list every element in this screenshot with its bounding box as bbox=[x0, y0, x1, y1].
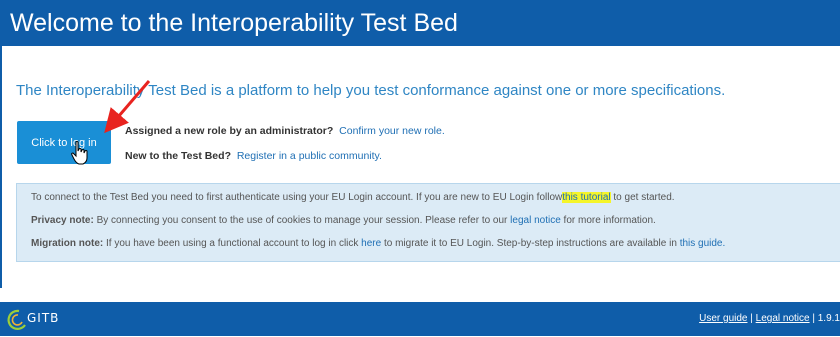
footer-separator: | bbox=[750, 313, 753, 324]
page-footer: GITB User guide | Legal notice | 1.9.1 bbox=[0, 302, 840, 336]
page-header: Welcome to the Interoperability Test Bed bbox=[0, 0, 840, 46]
user-guide-link[interactable]: User guide bbox=[699, 313, 747, 324]
footer-links: User guide | Legal notice | 1.9.1 bbox=[699, 313, 840, 324]
footer-legal-notice-link[interactable]: Legal notice bbox=[756, 313, 810, 324]
info-login-line: To connect to the Test Bed you need to f… bbox=[31, 192, 675, 203]
intro-text: The Interoperability Test Bed is a platf… bbox=[16, 82, 726, 99]
footer-separator-2: | bbox=[812, 313, 815, 324]
logo-swirl-icon bbox=[7, 309, 26, 330]
migration-guide-link[interactable]: this guide. bbox=[680, 238, 726, 249]
role-question: Assigned a new role by an administrator? bbox=[125, 125, 334, 137]
privacy-note-label: Privacy note: bbox=[31, 215, 94, 226]
privacy-note-line: Privacy note: By connecting you consent … bbox=[31, 215, 656, 226]
privacy-note-text-end: for more information. bbox=[563, 215, 656, 226]
migration-note-text: If you have been using a functional acco… bbox=[106, 238, 359, 249]
version-label: 1.9.1 bbox=[817, 313, 840, 324]
info-panel: To connect to the Test Bed you need to f… bbox=[16, 183, 840, 262]
confirm-role-link[interactable]: Confirm your new role. bbox=[339, 125, 445, 137]
register-row: New to the Test Bed? Register in a publi… bbox=[125, 150, 382, 162]
privacy-note-text: By connecting you consent to the use of … bbox=[96, 215, 508, 226]
register-community-link[interactable]: Register in a public community. bbox=[237, 150, 382, 162]
logo-text: GITB bbox=[27, 311, 60, 325]
info-login-text-end: to get started. bbox=[613, 192, 675, 203]
gitb-logo: GITB bbox=[5, 308, 85, 330]
info-login-text: To connect to the Test Bed you need to f… bbox=[31, 192, 563, 203]
page-title: Welcome to the Interoperability Test Bed bbox=[10, 9, 458, 37]
new-user-question: New to the Test Bed? bbox=[125, 150, 231, 162]
migration-note-text-mid: to migrate it to EU Login. Step-by-step … bbox=[383, 238, 677, 249]
legal-notice-link[interactable]: legal notice bbox=[510, 215, 561, 226]
hand-cursor-icon bbox=[71, 141, 88, 165]
migration-note-label: Migration note: bbox=[31, 238, 104, 249]
tutorial-link[interactable]: this tutorial bbox=[562, 192, 611, 203]
migration-note-line: Migration note: If you have been using a… bbox=[31, 238, 725, 249]
role-confirm-row: Assigned a new role by an administrator?… bbox=[125, 125, 445, 137]
migrate-here-link[interactable]: here bbox=[361, 238, 381, 249]
login-button[interactable]: Click to log in bbox=[17, 121, 111, 164]
